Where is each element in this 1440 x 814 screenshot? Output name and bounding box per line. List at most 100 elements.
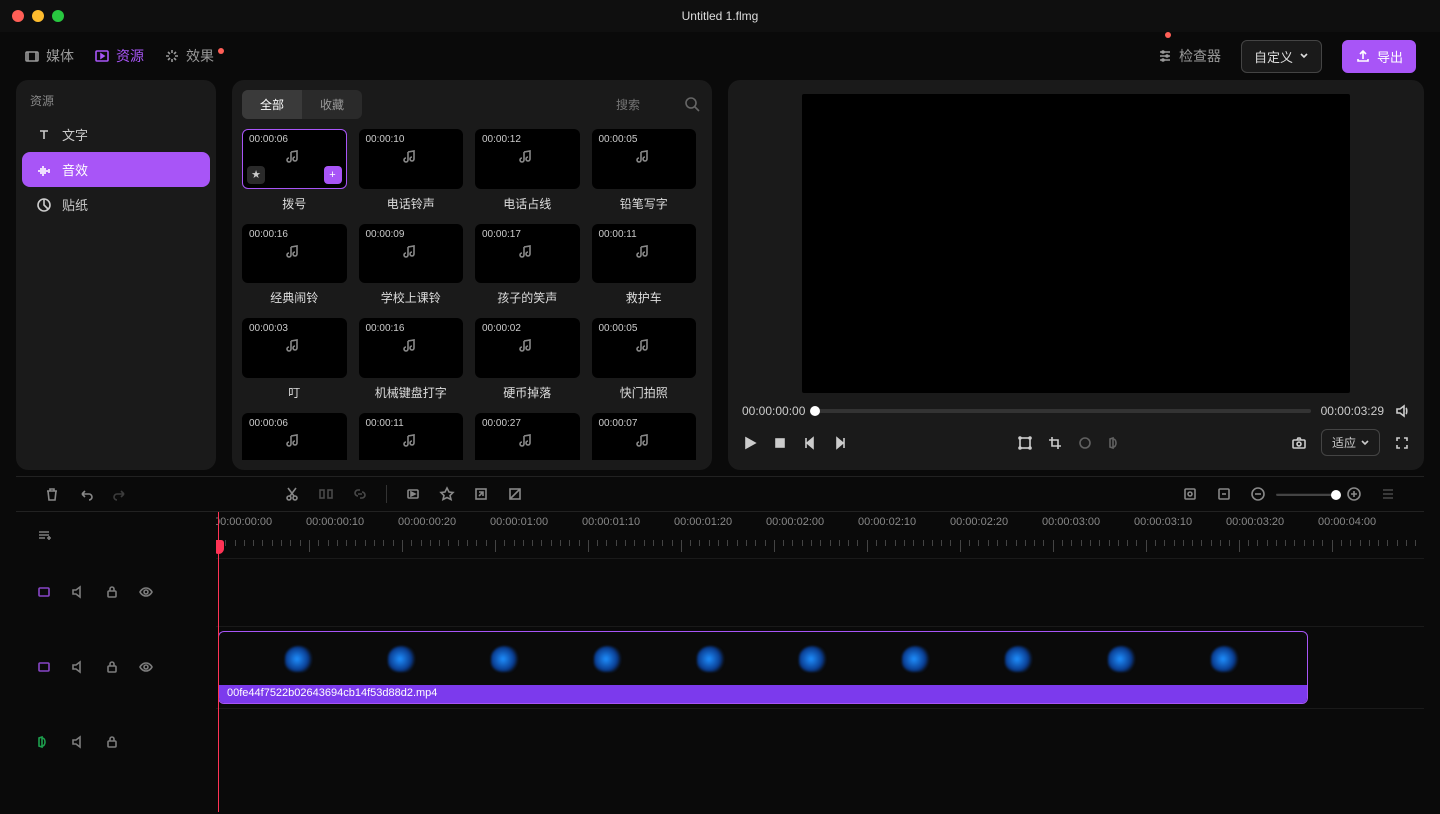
track-overlay[interactable]: [216, 558, 1424, 626]
asset-card[interactable]: 00:00:27: [475, 413, 580, 460]
fullscreen-icon[interactable]: [1394, 435, 1410, 451]
minimize-icon[interactable]: [32, 10, 44, 22]
asset-thumb[interactable]: 00:00:03: [242, 318, 347, 378]
playback-slider[interactable]: [815, 409, 1310, 413]
prev-frame-icon[interactable]: [802, 435, 818, 451]
color-icon[interactable]: [1077, 435, 1093, 451]
add-track-button[interactable]: [16, 512, 216, 558]
asset-card[interactable]: 00:00:09学校上课铃: [359, 224, 464, 307]
asset-thumb[interactable]: 00:00:07: [592, 413, 697, 460]
asset-thumb[interactable]: 00:00:06: [242, 413, 347, 460]
asset-card[interactable]: 00:00:10电话铃声: [359, 129, 464, 212]
filter-all[interactable]: 全部: [242, 90, 302, 119]
track-audio[interactable]: [216, 708, 1424, 776]
asset-card[interactable]: 00:00:16经典闹铃: [242, 224, 347, 307]
resize-icon[interactable]: [473, 486, 489, 502]
redo-icon[interactable]: [112, 486, 128, 502]
delete-icon[interactable]: [44, 486, 60, 502]
asset-thumb[interactable]: 00:00:10: [359, 129, 464, 189]
asset-thumb[interactable]: 00:00:05: [592, 318, 697, 378]
export-button[interactable]: 导出: [1342, 40, 1416, 73]
asset-thumb[interactable]: 00:00:05: [592, 129, 697, 189]
cut-icon[interactable]: [284, 486, 300, 502]
filter-favorites[interactable]: 收藏: [302, 90, 362, 119]
asset-thumb[interactable]: 00:00:11: [359, 413, 464, 460]
search-input[interactable]: [616, 98, 676, 112]
transform-icon[interactable]: [1017, 435, 1033, 451]
asset-thumb[interactable]: 00:00:12: [475, 129, 580, 189]
asset-card[interactable]: 00:00:11救护车: [592, 224, 697, 307]
time-ruler[interactable]: 00:00:00:0000:00:00:1000:00:00:2000:00:0…: [216, 512, 1424, 558]
maximize-icon[interactable]: [52, 10, 64, 22]
zoom-control[interactable]: [1250, 486, 1362, 502]
asset-thumb[interactable]: 00:00:11: [592, 224, 697, 284]
asset-thumb[interactable]: 00:00:06★+: [242, 129, 347, 189]
mute-icon[interactable]: [70, 584, 86, 600]
asset-thumb[interactable]: 00:00:27: [475, 413, 580, 460]
snapshot-icon[interactable]: [1291, 435, 1307, 451]
zoom-out-icon[interactable]: [1250, 486, 1266, 502]
asset-thumb[interactable]: 00:00:16: [359, 318, 464, 378]
overlay-track-icon[interactable]: [36, 584, 52, 600]
asset-thumb[interactable]: 00:00:09: [359, 224, 464, 284]
undo-icon[interactable]: [78, 486, 94, 502]
video-clip[interactable]: 00fe44f7522b02643694cb14f53d88d2.mp4: [218, 631, 1308, 704]
next-frame-icon[interactable]: [832, 435, 848, 451]
ratio-dropdown[interactable]: 自定义: [1241, 40, 1322, 73]
lock-icon[interactable]: [104, 584, 120, 600]
stop-icon[interactable]: [772, 435, 788, 451]
asset-thumb[interactable]: 00:00:17: [475, 224, 580, 284]
audio-icon[interactable]: [1107, 435, 1123, 451]
tab-effects[interactable]: 效果: [164, 46, 224, 66]
visibility-icon[interactable]: [138, 659, 154, 675]
playhead[interactable]: [218, 512, 219, 812]
crop-icon[interactable]: [1047, 435, 1063, 451]
video-canvas[interactable]: [802, 94, 1350, 393]
asset-card[interactable]: 00:00:02硬币掉落: [475, 318, 580, 401]
marker-icon[interactable]: [405, 486, 421, 502]
play-icon[interactable]: [742, 435, 758, 451]
video-track-icon[interactable]: [36, 659, 52, 675]
tab-resources[interactable]: 资源: [94, 46, 144, 66]
asset-card[interactable]: 00:00:11: [359, 413, 464, 460]
close-icon[interactable]: [12, 10, 24, 22]
favorite-icon[interactable]: ★: [247, 166, 265, 184]
search-box[interactable]: [616, 96, 702, 114]
star-icon[interactable]: [439, 486, 455, 502]
asset-card[interactable]: 00:00:05铅笔写字: [592, 129, 697, 212]
zoom-frame-icon[interactable]: [1216, 486, 1232, 502]
sidebar-item-audio-icon[interactable]: 音效: [22, 152, 210, 187]
asset-card[interactable]: 00:00:12电话占线: [475, 129, 580, 212]
asset-card[interactable]: 00:00:06★+拨号: [242, 129, 347, 212]
sidebar-item-sticker-icon[interactable]: 贴纸: [22, 187, 210, 222]
asset-thumb[interactable]: 00:00:16: [242, 224, 347, 284]
inspector-button[interactable]: 检查器: [1157, 46, 1221, 66]
fit-dropdown[interactable]: 适应: [1321, 429, 1380, 456]
volume-icon[interactable]: [1394, 403, 1410, 419]
mute-icon[interactable]: [70, 734, 86, 750]
visibility-icon[interactable]: [138, 584, 154, 600]
audio-track-icon[interactable]: [36, 734, 52, 750]
lock-icon[interactable]: [104, 659, 120, 675]
zoom-fit-icon[interactable]: [1182, 486, 1198, 502]
adjustment-icon[interactable]: [507, 486, 523, 502]
mute-icon[interactable]: [70, 659, 86, 675]
list-icon[interactable]: [1380, 486, 1396, 502]
asset-thumb[interactable]: 00:00:02: [475, 318, 580, 378]
asset-card[interactable]: 00:00:03叮: [242, 318, 347, 401]
asset-card[interactable]: 00:00:06: [242, 413, 347, 460]
asset-card[interactable]: 00:00:17孩子的笑声: [475, 224, 580, 307]
asset-card[interactable]: 00:00:16机械键盘打字: [359, 318, 464, 401]
link-icon[interactable]: [352, 486, 368, 502]
add-icon[interactable]: +: [324, 166, 342, 184]
lock-icon[interactable]: [104, 734, 120, 750]
track-video[interactable]: 00fe44f7522b02643694cb14f53d88d2.mp4: [216, 626, 1424, 708]
tab-media[interactable]: 媒体: [24, 46, 74, 66]
asset-card[interactable]: 00:00:05快门拍照: [592, 318, 697, 401]
split-icon[interactable]: [318, 486, 334, 502]
zoom-slider[interactable]: [1276, 493, 1336, 496]
sidebar-item-text-icon[interactable]: 文字: [22, 117, 210, 152]
asset-card[interactable]: 00:00:07: [592, 413, 697, 460]
window-controls[interactable]: [12, 10, 64, 22]
zoom-in-icon[interactable]: [1346, 486, 1362, 502]
